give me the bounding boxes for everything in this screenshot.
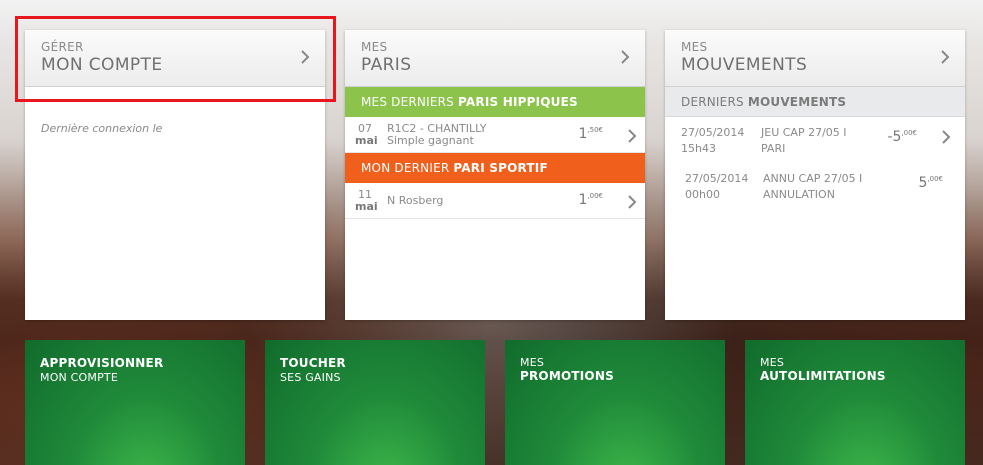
horse-bets-band: MES DERNIERS PARIS HIPPIQUES [345,87,645,117]
movements-band-prefix: DERNIERS [681,95,748,109]
tile-promotions[interactable]: MES PROMOTIONS [505,340,725,465]
chevron-right-icon[interactable] [627,128,637,147]
movement-type: PARI [761,142,786,155]
movement-datetime: 27/05/2014 15h43 [681,125,744,157]
tile-main-label: APPROVISIONNER [40,356,164,370]
movement-date: 27/05/2014 [681,126,745,139]
bets-header-title: PARIS [361,55,412,75]
sport-bet-band: MON DERNIER PARI SPORTIF [345,153,645,183]
highlight-box [15,16,336,102]
bet-date: 11 mai [355,189,378,213]
movement-amount-cents: ,00€ [927,175,943,183]
chevron-right-icon[interactable] [619,48,631,66]
bet-selection: N Rosberg [387,194,444,207]
movement-label: JEU CAP 27/05 I [761,126,847,139]
movement-row[interactable]: 27/05/2014 15h43 JEU CAP 27/05 I PARI -5… [665,117,965,163]
horse-bet-row[interactable]: 07 mai R1C2 - CHANTILLY Simple gagnant 1… [345,117,645,153]
movements-band-strong: MOUVEMENTS [747,95,847,109]
bet-amount-cents: ,00€ [587,192,603,200]
tile-main-label: AUTOLIMITATIONS [760,369,886,383]
movements-band: DERNIERS MOUVEMENTS [665,87,965,117]
movement-time: 00h00 [685,188,720,201]
bet-type: Simple gagnant [387,134,474,147]
movement-info: JEU CAP 27/05 I PARI [761,125,847,157]
bet-month: mai [355,134,378,147]
movement-row: 27/05/2014 00h00 ANNU CAP 27/05 I ANNULA… [665,163,965,209]
sport-band-prefix: MON DERNIER [361,161,454,175]
horse-band-strong: PARIS HIPPIQUES [458,95,578,109]
horse-band-prefix: MES DERNIERS [361,95,458,109]
bets-header[interactable]: MES PARIS [345,30,645,87]
tile-sup-label: MES [520,356,545,369]
movement-date: 27/05/2014 [685,172,749,185]
sport-band-strong: PARI SPORTIF [453,161,548,175]
bet-description: R1C2 - CHANTILLY Simple gagnant [387,123,486,147]
movement-amount-int: -5 [887,129,902,145]
tile-autolimitations[interactable]: MES AUTOLIMITATIONS [745,340,965,465]
bets-header-sup: MES [361,40,388,54]
chevron-right-icon[interactable] [627,194,637,213]
movements-card: MES MOUVEMENTS DERNIERS MOUVEMENTS 27/05… [665,30,965,320]
movement-type: ANNULATION [763,188,835,201]
tile-main-label: TOUCHER [280,356,346,370]
tile-main-label: PROMOTIONS [520,369,614,383]
movement-amount-cents: ,00€ [901,129,917,137]
movement-amount: 5,00€ [918,175,943,191]
movements-header-title: MOUVEMENTS [681,55,808,75]
movement-time: 15h43 [681,142,716,155]
tile-approvisionner[interactable]: APPROVISIONNER MON COMPTE [25,340,245,465]
tile-sup-label: MES [760,356,785,369]
movements-header-sup: MES [681,40,708,54]
movement-datetime: 27/05/2014 00h00 [685,171,748,203]
bet-description: N Rosberg [387,195,443,207]
sport-bet-row[interactable]: 11 mai N Rosberg 1,00€ [345,183,645,219]
chevron-right-icon[interactable] [939,48,951,66]
bets-card: MES PARIS MES DERNIERS PARIS HIPPIQUES 0… [345,30,645,320]
tile-sub-label: MON COMPTE [40,371,119,384]
bet-amount-cents: ,50€ [587,126,603,134]
bet-amount: 1,50€ [578,126,603,142]
movement-info: ANNU CAP 27/05 I ANNULATION [763,171,862,203]
bet-date: 07 mai [355,123,378,147]
chevron-right-icon[interactable] [941,129,951,148]
movement-amount: -5,00€ [887,129,917,145]
bet-month: mai [355,200,378,213]
movements-header[interactable]: MES MOUVEMENTS [665,30,965,87]
tile-toucher-gains[interactable]: TOUCHER SES GAINS [265,340,485,465]
tile-sub-label: SES GAINS [280,371,341,384]
bet-amount: 1,00€ [578,192,603,208]
movement-label: ANNU CAP 27/05 I [763,172,863,185]
